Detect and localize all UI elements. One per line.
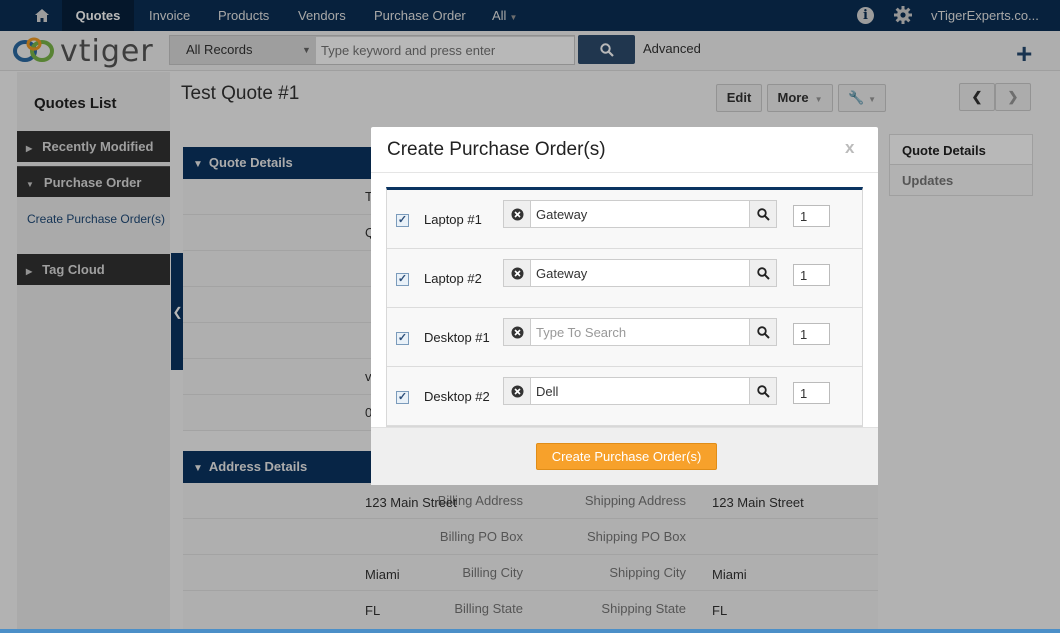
vendor-lookup-button[interactable]	[749, 377, 777, 405]
line-item-row: ✓ Desktop #2	[387, 367, 862, 426]
line-item-row: ✓ Laptop #1	[387, 190, 862, 249]
create-purchase-orders-button[interactable]: Create Purchase Order(s)	[536, 443, 717, 470]
clear-vendor-button[interactable]	[503, 318, 531, 346]
quantity-input[interactable]	[793, 382, 830, 404]
vendor-lookup-button[interactable]	[749, 200, 777, 228]
modal-title: Create Purchase Order(s)	[387, 139, 606, 160]
clear-circle-x-icon	[511, 326, 523, 338]
line-item-name: Desktop #2	[424, 389, 490, 404]
line-items-list: ✓ Laptop #1 ✓ Laptop #2 ✓ Desktop #1	[386, 187, 863, 427]
clear-circle-x-icon	[511, 267, 523, 279]
clear-vendor-button[interactable]	[503, 259, 531, 287]
modal-divider	[371, 172, 878, 173]
clear-vendor-button[interactable]	[503, 377, 531, 405]
vendor-search-input[interactable]	[530, 377, 750, 405]
clear-vendor-button[interactable]	[503, 200, 531, 228]
quantity-input[interactable]	[793, 264, 830, 286]
vendor-search-input[interactable]	[530, 318, 750, 346]
quantity-input[interactable]	[793, 205, 830, 227]
search-icon	[756, 325, 770, 339]
line-item-name: Laptop #1	[424, 212, 482, 227]
vendor-search-input[interactable]	[530, 259, 750, 287]
line-item-checkbox[interactable]: ✓	[396, 391, 409, 404]
modal-footer: Create Purchase Order(s)	[371, 427, 878, 485]
line-item-checkbox[interactable]: ✓	[396, 273, 409, 286]
vendor-lookup-button[interactable]	[749, 259, 777, 287]
search-icon	[756, 207, 770, 221]
bottom-accent-line	[0, 629, 1060, 633]
search-icon	[756, 266, 770, 280]
close-icon[interactable]: x	[845, 138, 854, 158]
line-item-name: Desktop #1	[424, 330, 490, 345]
clear-circle-x-icon	[511, 385, 523, 397]
line-item-row: ✓ Laptop #2	[387, 249, 862, 308]
search-icon	[756, 384, 770, 398]
line-item-row: ✓ Desktop #1	[387, 308, 862, 367]
quantity-input[interactable]	[793, 323, 830, 345]
vendor-lookup-button[interactable]	[749, 318, 777, 346]
clear-circle-x-icon	[511, 208, 523, 220]
line-item-checkbox[interactable]: ✓	[396, 332, 409, 345]
line-item-name: Laptop #2	[424, 271, 482, 286]
line-item-checkbox[interactable]: ✓	[396, 214, 409, 227]
vendor-search-input[interactable]	[530, 200, 750, 228]
create-purchase-orders-modal: Create Purchase Order(s) x ✓ Laptop #1 ✓…	[371, 127, 878, 485]
